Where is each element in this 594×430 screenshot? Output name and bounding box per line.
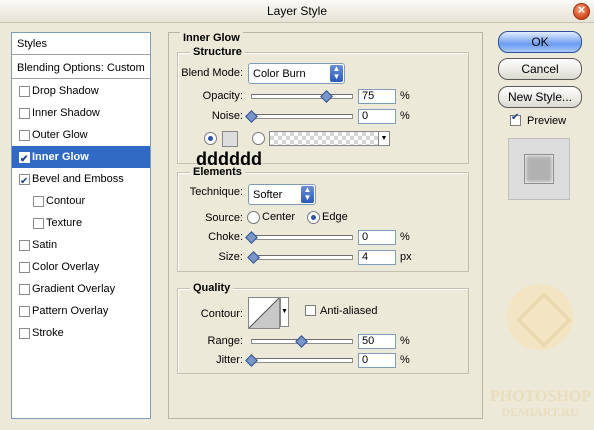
watermark: PHOTOSHOP DEMIART.RU — [490, 282, 592, 422]
noise-field[interactable]: 0 — [358, 109, 396, 124]
sidebar-item-bevel-emboss[interactable]: Bevel and Emboss — [12, 168, 150, 193]
anti-aliased-checkbox[interactable] — [305, 305, 316, 316]
jitter-field[interactable]: 0 — [358, 353, 396, 368]
color-overlay-checkbox[interactable] — [19, 262, 30, 273]
sidebar-item-stroke[interactable]: Stroke — [12, 322, 150, 344]
choke-field[interactable]: 0 — [358, 230, 396, 245]
styles-list: Styles Blending Options: Custom Drop Sha… — [11, 32, 151, 419]
quality-title: Quality — [190, 282, 234, 294]
cancel-button[interactable]: Cancel — [498, 58, 582, 80]
opacity-slider-track[interactable] — [251, 94, 353, 99]
inner-glow-checkbox[interactable] — [19, 149, 30, 171]
stroke-checkbox[interactable] — [19, 328, 30, 339]
bevel-emboss-checkbox[interactable] — [19, 171, 30, 193]
elements-title: Elements — [190, 166, 245, 178]
blending-options[interactable]: Blending Options: Custom — [12, 57, 150, 79]
sidebar-item-pattern-overlay[interactable]: Pattern Overlay — [12, 300, 150, 322]
preview-square — [524, 154, 554, 184]
sidebar-item-drop-shadow[interactable]: Drop Shadow — [12, 80, 150, 102]
range-field[interactable]: 50 — [358, 334, 396, 349]
contour-preview[interactable] — [248, 297, 280, 329]
source-edge-label[interactable]: Edge — [322, 211, 348, 223]
styles-header[interactable]: Styles — [12, 33, 150, 55]
size-slider-track[interactable] — [251, 255, 353, 260]
close-icon[interactable] — [573, 2, 590, 20]
blend-mode-label: Blend Mode: — [181, 67, 243, 79]
contour-label: Contour: — [200, 308, 243, 320]
source-center-label[interactable]: Center — [262, 211, 295, 223]
sidebar-item-texture[interactable]: Texture — [12, 212, 150, 234]
drop-shadow-checkbox[interactable] — [19, 86, 30, 97]
ok-button[interactable]: OK — [498, 31, 582, 53]
noise-label: Noise: — [211, 110, 243, 122]
jitter-slider-track[interactable] — [251, 358, 353, 363]
sidebar-item-color-overlay[interactable]: Color Overlay — [12, 256, 150, 278]
gradient-overlay-checkbox[interactable] — [19, 284, 30, 295]
watermark-line1: PHOTOSHOP — [490, 388, 592, 405]
source-center-radio[interactable] — [247, 211, 260, 224]
gradient-picker[interactable] — [269, 131, 379, 146]
glow-color-swatch[interactable] — [222, 131, 238, 147]
technique-value: Softer — [253, 189, 283, 201]
opacity-field[interactable]: 75 — [358, 89, 396, 104]
anti-aliased-label[interactable]: Anti-aliased — [320, 305, 377, 317]
texture-checkbox[interactable] — [33, 218, 44, 229]
choke-unit: % — [400, 231, 410, 243]
inner-shadow-checkbox[interactable] — [19, 108, 30, 119]
technique-label: Technique: — [189, 186, 243, 198]
preview-checkbox[interactable] — [510, 112, 521, 126]
contour-curve-icon — [249, 298, 279, 328]
gradient-dropdown-icon[interactable]: ▼ — [378, 131, 390, 146]
source-edge-radio[interactable] — [307, 211, 320, 224]
size-unit: px — [400, 251, 412, 263]
range-label: Range: — [207, 335, 243, 347]
sidebar-item-contour[interactable]: Contour — [12, 190, 150, 212]
new-style-button[interactable]: New Style... — [498, 86, 582, 108]
technique-select[interactable]: Softer ▲ ▼ — [248, 184, 316, 205]
choke-slider-track[interactable] — [251, 235, 353, 240]
noise-slider-track[interactable] — [251, 114, 353, 119]
blend-mode-value: Color Burn — [253, 68, 306, 80]
contour-dropdown-icon[interactable]: ▼ — [280, 297, 289, 327]
choke-label: Choke: — [208, 231, 243, 243]
gradient-radio[interactable] — [252, 132, 265, 145]
select-arrows-icon: ▲ ▼ — [330, 65, 343, 82]
style-preview-thumbnail — [508, 138, 570, 200]
satin-checkbox[interactable] — [19, 240, 30, 251]
noise-unit: % — [400, 110, 410, 122]
pattern-overlay-checkbox[interactable] — [19, 306, 30, 317]
structure-title: Structure — [190, 46, 245, 58]
solid-color-radio[interactable] — [204, 132, 217, 145]
outer-glow-checkbox[interactable] — [19, 130, 30, 141]
jitter-label: Jitter: — [216, 354, 243, 366]
watermark-line2: DEMIART.RU — [501, 405, 579, 419]
jitter-unit: % — [400, 354, 410, 366]
preview-label[interactable]: Preview — [527, 115, 566, 127]
window-title: Layer Style — [266, 4, 328, 18]
title-bar: Layer Style — [0, 0, 594, 23]
sidebar-item-inner-glow[interactable]: Inner Glow — [12, 146, 150, 171]
opacity-unit: % — [400, 90, 410, 102]
sidebar-item-gradient-overlay[interactable]: Gradient Overlay — [12, 278, 150, 300]
sidebar-item-outer-glow[interactable]: Outer Glow — [12, 124, 150, 146]
range-unit: % — [400, 335, 410, 347]
sidebar-item-inner-shadow[interactable]: Inner Shadow — [12, 102, 150, 124]
contour-checkbox[interactable] — [33, 196, 44, 207]
sidebar-item-satin[interactable]: Satin — [12, 234, 150, 256]
panel-title: Inner Glow — [180, 32, 243, 44]
opacity-label: Opacity: — [202, 90, 243, 102]
source-label: Source: — [205, 212, 243, 224]
blend-mode-select[interactable]: Color Burn ▲ ▼ — [248, 63, 345, 84]
size-label: Size: — [218, 251, 243, 263]
select-arrows-icon: ▲ ▼ — [301, 186, 314, 203]
size-field[interactable]: 4 — [358, 250, 396, 265]
